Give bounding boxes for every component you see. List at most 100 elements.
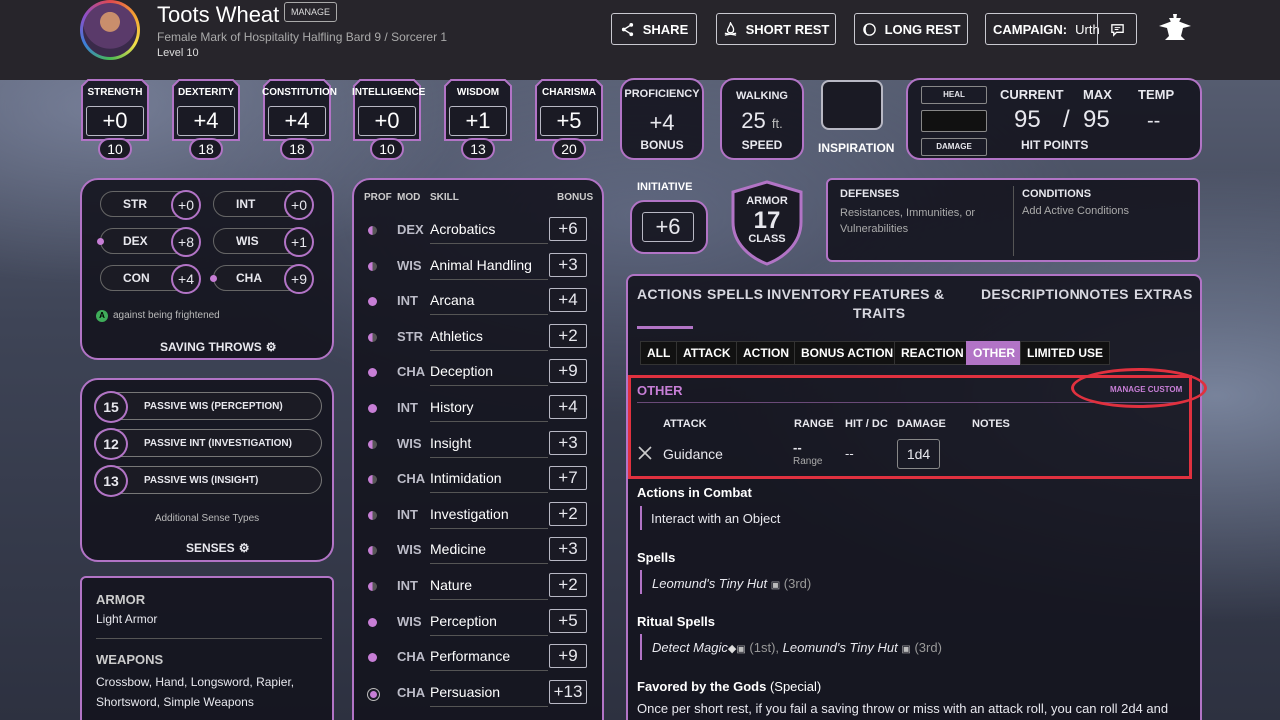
inspiration-toggle[interactable]: [821, 80, 883, 130]
ritual-spell-2[interactable]: Leomund's Tiny Hut: [783, 640, 898, 655]
gear-icon[interactable]: ⚙: [266, 340, 277, 354]
ability-modifier: +0: [358, 106, 416, 136]
proficiency-dot: [368, 475, 377, 485]
current-hp-label: CURRENT: [1000, 87, 1064, 102]
save-bonus: +0: [284, 190, 314, 220]
spell-level: (3rd): [783, 576, 812, 591]
skill-row[interactable]: INT History +4: [360, 394, 590, 424]
share-button[interactable]: SHARE: [611, 13, 697, 45]
dnd-beyond-logo-icon[interactable]: [1155, 12, 1195, 44]
skill-mod: WIS: [397, 542, 422, 558]
app-header: Toots Wheat MANAGE Female Mark of Hospit…: [0, 0, 1280, 80]
spells-title: Spells: [637, 550, 676, 565]
ability-dexterity[interactable]: DEXTERITY +4 18: [171, 78, 241, 160]
manage-button[interactable]: MANAGE: [284, 2, 338, 22]
weapons-prof-title: WEAPONS: [96, 652, 164, 667]
campaign-button[interactable]: CAMPAIGN: Urth: [985, 13, 1137, 45]
advantage-icon: A: [96, 310, 108, 322]
skill-name: Nature: [430, 577, 473, 593]
tab-extras[interactable]: EXTRAS: [1134, 286, 1193, 302]
skill-row[interactable]: CHA Deception +9: [360, 358, 590, 388]
ability-label: CHARISMA: [542, 87, 596, 98]
save-dex[interactable]: DEX +8: [97, 227, 201, 257]
heal-button[interactable]: HEAL: [921, 86, 987, 104]
ability-modifier: +4: [268, 106, 326, 136]
filter-attack[interactable]: ATTACK: [676, 341, 738, 365]
defenses-conditions-box[interactable]: DEFENSES Resistances, Immunities, or Vul…: [826, 178, 1200, 262]
spell-link[interactable]: Leomund's Tiny Hut: [652, 576, 767, 591]
skill-row[interactable]: INT Arcana +4: [360, 287, 590, 317]
filter-all[interactable]: ALL: [640, 341, 678, 365]
skill-row[interactable]: STR Athletics +2: [360, 323, 590, 353]
tab-notes[interactable]: NOTES: [1079, 286, 1129, 302]
gear-icon[interactable]: ⚙: [239, 541, 250, 555]
skill-row[interactable]: WIS Insight +3: [360, 430, 590, 460]
skill-name: History: [430, 399, 474, 415]
skill-mod: DEX: [397, 222, 424, 237]
saving-throws-title[interactable]: SAVING THROWS ⚙: [160, 340, 277, 354]
hit-points-box: HEAL DAMAGE CURRENT MAX TEMP 95 / 95 -- …: [906, 78, 1202, 160]
favored-title: Favored by the Gods: [637, 679, 767, 694]
interact-object-action[interactable]: Interact with an Object: [651, 511, 780, 526]
conditions-title: CONDITIONS: [1022, 188, 1092, 200]
ritual-spell-1[interactable]: Detect Magic: [652, 640, 728, 655]
skill-row[interactable]: CHA Intimidation +7: [360, 465, 590, 495]
skills-header-bonus: BONUS: [557, 192, 594, 203]
ability-modifier: +4: [177, 106, 235, 136]
save-con[interactable]: CON +4: [100, 264, 201, 294]
proficiencies-box[interactable]: ARMOR Light Armor WEAPONS Crossbow, Hand…: [80, 576, 334, 720]
skill-row[interactable]: CHA Persuasion +13: [360, 679, 590, 709]
hit-points-title: HIT POINTS: [1021, 138, 1089, 152]
senses-title[interactable]: SENSES ⚙: [186, 541, 249, 555]
ability-score: 20: [552, 138, 586, 160]
proficiency-dot: [368, 546, 377, 556]
filter-other[interactable]: OTHER: [966, 341, 1022, 365]
tab-inventory[interactable]: INVENTORY: [767, 286, 851, 302]
character-avatar[interactable]: [80, 0, 140, 60]
skill-row[interactable]: WIS Medicine +3: [360, 536, 590, 566]
short-rest-button[interactable]: SHORT REST: [716, 13, 836, 45]
save-ability: WIS: [236, 234, 259, 248]
filter-reaction[interactable]: REACTION: [894, 341, 971, 365]
skill-bonus: +13: [549, 679, 587, 704]
skill-row[interactable]: WIS Perception +5: [360, 608, 590, 638]
ability-label: DEXTERITY: [177, 87, 235, 98]
tab-features-traits[interactable]: FEATURES & TRAITS: [853, 286, 944, 321]
initiative-box[interactable]: +6: [630, 200, 708, 254]
tab-description[interactable]: DESCRIPTION: [981, 286, 1080, 302]
initiative-label: INITIATIVE: [637, 181, 693, 193]
tab-actions[interactable]: ACTIONS: [637, 286, 702, 302]
attack-row[interactable]: Guidance -- Range -- 1d4: [636, 436, 1186, 474]
damage-button[interactable]: DAMAGE: [921, 138, 987, 156]
ability-wisdom[interactable]: WISDOM +1 13: [443, 78, 513, 160]
skill-row[interactable]: INT Nature +2: [360, 572, 590, 602]
filter-bonus-action[interactable]: BONUS ACTION: [794, 341, 901, 365]
ability-intelligence[interactable]: INTELLIGENCE +0 10: [352, 78, 425, 160]
ability-constitution[interactable]: CONSTITUTION +4 18: [262, 78, 337, 160]
ability-charisma[interactable]: CHARISMA +5 20: [534, 78, 604, 160]
long-rest-button[interactable]: LONG REST: [854, 13, 968, 45]
save-cha[interactable]: CHA +9: [210, 264, 314, 294]
filter-action[interactable]: ACTION: [736, 341, 796, 365]
skill-row[interactable]: INT Investigation +2: [360, 501, 590, 531]
tab-spells[interactable]: SPELLS: [707, 286, 763, 302]
hp-amount-input[interactable]: [921, 110, 987, 132]
skill-mod: WIS: [397, 435, 422, 451]
save-wis[interactable]: WIS +1: [213, 227, 314, 257]
skill-row[interactable]: WIS Animal Handling +3: [360, 252, 590, 282]
chat-icon[interactable]: [1110, 22, 1125, 37]
speed-sub: SPEED: [741, 138, 783, 152]
temp-hp-label: TEMP: [1138, 87, 1175, 102]
skill-row[interactable]: CHA Performance +9: [360, 643, 590, 673]
save-int[interactable]: INT +0: [213, 190, 314, 220]
filter-limited-use[interactable]: LIMITED USE: [1020, 341, 1111, 365]
ability-strength[interactable]: STRENGTH +0 10: [80, 78, 150, 160]
save-str[interactable]: STR +0: [100, 190, 201, 220]
passive-sense: 12 PASSIVE INT (INVESTIGATION): [94, 428, 322, 460]
attack-name: Guidance: [663, 446, 723, 462]
temp-hp-value[interactable]: --: [1147, 110, 1160, 133]
current-hp-value[interactable]: 95: [1014, 106, 1041, 134]
damage-roll-button[interactable]: 1d4: [897, 439, 940, 469]
skill-row[interactable]: DEX Acrobatics +6: [360, 216, 590, 246]
active-tab-indicator: [637, 326, 693, 329]
